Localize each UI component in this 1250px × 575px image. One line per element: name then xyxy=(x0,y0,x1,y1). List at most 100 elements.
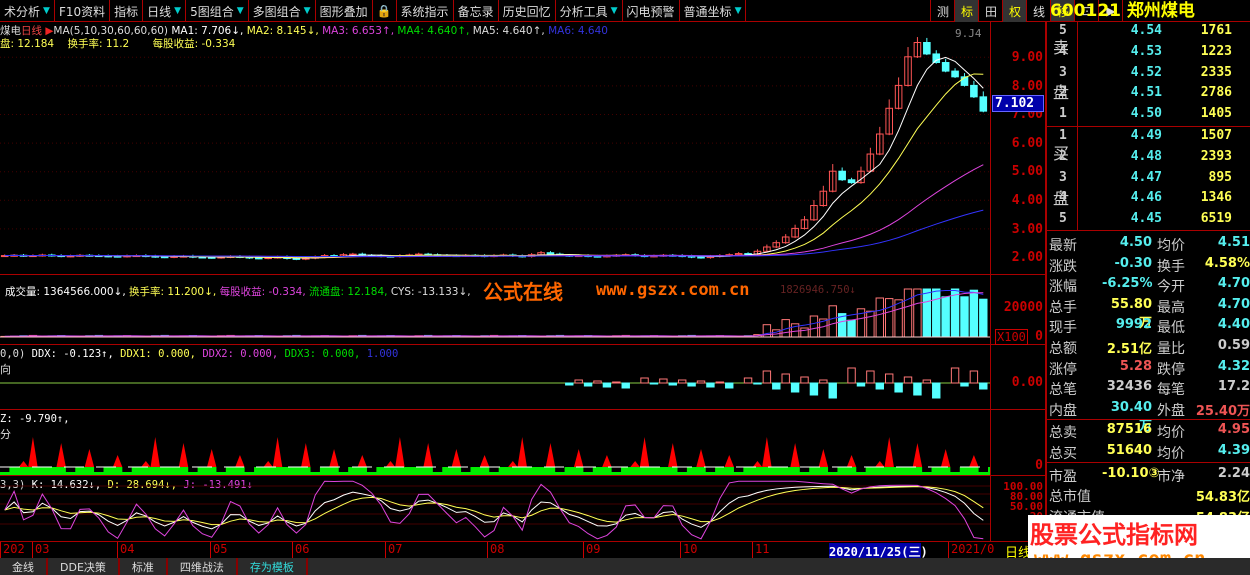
candlestick-chart[interactable] xyxy=(0,22,990,275)
toolbar-item[interactable]: 🔒 xyxy=(373,0,397,22)
price: 4.50 xyxy=(1130,106,1162,122)
z-peak xyxy=(150,437,160,467)
dropdown-icon[interactable]: ▼ xyxy=(735,6,742,16)
bottom-tab[interactable]: 标准 xyxy=(120,558,168,575)
stat-label: 外盘 xyxy=(1157,402,1185,419)
stat-value: 2.51亿 xyxy=(1106,342,1152,357)
z-peak xyxy=(272,437,283,467)
stat-value: 32436 xyxy=(1106,379,1152,395)
volume-bar xyxy=(969,289,979,338)
toolbar-item[interactable]: 5图组合 ▼ xyxy=(186,0,249,22)
toolbar-item[interactable]: F10资料 xyxy=(55,0,111,22)
ddx-bar xyxy=(875,382,884,390)
z-peak xyxy=(18,461,29,467)
date-label: 10 xyxy=(680,542,697,558)
ddx-bar xyxy=(649,382,659,385)
toolbar-item[interactable]: 指标 xyxy=(110,0,144,22)
price: 4.54 xyxy=(1130,23,1162,38)
candle xyxy=(838,167,846,181)
ddx-bar xyxy=(979,382,988,390)
volume-bar xyxy=(884,298,894,338)
z-peak xyxy=(479,455,490,467)
ma-line xyxy=(4,56,984,259)
volume-bar xyxy=(960,296,969,338)
stat-label: 均价 xyxy=(1157,238,1185,254)
date-cursor: 2020/11/25(三) xyxy=(829,543,928,559)
toolbar-item[interactable]: 图形叠加 xyxy=(316,0,373,22)
stat-value: 4.40 xyxy=(1217,317,1250,333)
ma-line xyxy=(4,73,984,259)
price-tick: 5.00 xyxy=(1011,164,1043,180)
toolbar-item[interactable]: 田 xyxy=(979,0,1004,22)
z-peak xyxy=(602,455,612,467)
toolbar-item[interactable]: 普通坐标 ▼ xyxy=(680,0,747,22)
toolbar-item[interactable]: 备忘录 xyxy=(454,0,499,22)
ddx-bar xyxy=(800,376,809,384)
z-peak xyxy=(84,449,95,467)
bottom-tab[interactable]: 存为模板 xyxy=(238,558,308,575)
z-peak xyxy=(696,449,706,467)
toolbar-item-label: 标 xyxy=(960,4,973,19)
toolbar-item[interactable]: 历史回忆 xyxy=(499,0,556,22)
stat-label: 每笔 xyxy=(1157,382,1185,399)
z-peak xyxy=(884,437,894,467)
z-peak xyxy=(846,455,857,467)
toolbar-item[interactable]: 系统指示 xyxy=(397,0,454,22)
level: 1 xyxy=(1059,106,1067,122)
toolbar-item[interactable]: 闪电预警 xyxy=(623,0,680,22)
candle xyxy=(819,185,828,207)
toolbar-item[interactable]: 测 xyxy=(931,0,956,22)
z-peak xyxy=(752,461,763,467)
z-peak xyxy=(329,449,339,467)
toolbar-item[interactable] xyxy=(746,0,932,22)
z-peak xyxy=(639,437,650,467)
z-peak xyxy=(28,437,38,467)
toolbar-item[interactable]: 术分析 ▼ xyxy=(0,0,55,22)
toolbar-item[interactable]: 日线 ▼ xyxy=(143,0,187,22)
price: 4.48 xyxy=(1130,148,1162,164)
stat-value: -0.30 xyxy=(1114,255,1152,271)
bottom-tab[interactable]: 金线 xyxy=(0,558,48,575)
quantity: 1507 xyxy=(1200,128,1232,143)
level: 5 xyxy=(1059,211,1067,227)
ddx-bar xyxy=(922,379,932,384)
quantity: 6519 xyxy=(1200,211,1232,227)
dropdown-icon[interactable]: ▼ xyxy=(304,6,311,16)
z-peak xyxy=(790,443,800,467)
toolbar-item[interactable]: 标 xyxy=(955,0,980,22)
candle xyxy=(866,147,875,173)
toolbar-item-label: 分析工具 xyxy=(559,4,608,19)
stat-value: 4.70 xyxy=(1217,296,1250,312)
candle xyxy=(970,80,978,98)
dropdown-icon[interactable]: ▼ xyxy=(237,6,244,16)
bottom-tab[interactable]: 四维战法 xyxy=(168,558,238,575)
bottom-tab[interactable]: DDE决策 xyxy=(48,558,120,575)
toolbar-item[interactable]: 分析工具 ▼ xyxy=(556,0,623,22)
stat-value: 87516 xyxy=(1106,422,1152,438)
stat-value: 9992 xyxy=(1115,317,1152,333)
stat-label: 最低 xyxy=(1157,320,1185,337)
stat-value: 51640 xyxy=(1106,443,1152,458)
z-peak xyxy=(141,461,151,467)
dropdown-icon[interactable]: ▼ xyxy=(611,6,618,16)
orderbook-side-label: 卖 xyxy=(1053,38,1070,57)
stat-value: -6.25% xyxy=(1102,276,1153,292)
z-peak xyxy=(207,449,217,467)
stat-label: 总买 xyxy=(1049,446,1077,462)
toolbar-item-label: 日线 xyxy=(147,4,172,19)
toolbar-item[interactable]: 权 xyxy=(1003,0,1028,22)
dropdown-icon[interactable]: ▼ xyxy=(43,6,50,16)
stat-label: 涨跌 xyxy=(1049,258,1077,275)
ddx-bar xyxy=(790,382,800,393)
ddx-bar xyxy=(621,382,630,389)
toolbar-item[interactable]: 多图组合 ▼ xyxy=(249,0,316,22)
kdj-line xyxy=(4,480,984,540)
date-label: 07 xyxy=(385,542,402,558)
stat-label: 总市值 xyxy=(1049,489,1091,506)
dropdown-icon[interactable]: ▼ xyxy=(174,6,181,16)
ddx-bar xyxy=(696,380,706,384)
candle xyxy=(847,177,856,184)
ddx-bar xyxy=(677,379,687,384)
ddx-bar xyxy=(828,382,837,399)
kdj-chart xyxy=(0,480,990,540)
